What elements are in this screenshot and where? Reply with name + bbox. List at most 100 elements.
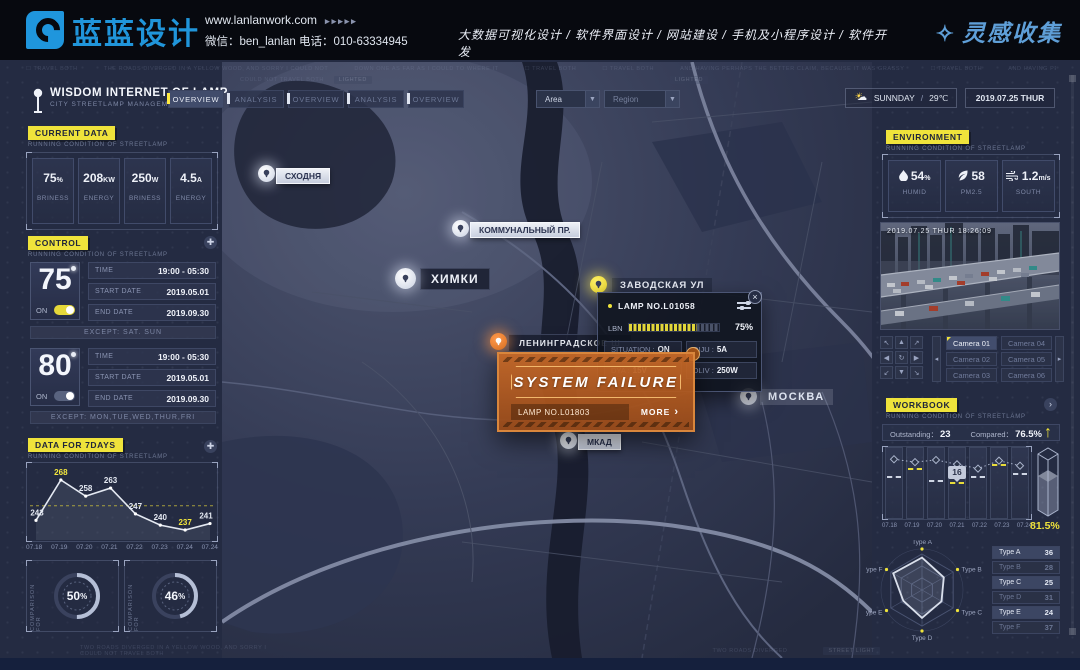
- control-level-1: 75 ON: [30, 262, 80, 320]
- droplet-icon: [899, 170, 908, 181]
- hatch-decor: [503, 422, 689, 427]
- seven-days-add-button[interactable]: ✚: [204, 440, 217, 453]
- workbook-next-button[interactable]: ›: [1044, 398, 1057, 411]
- end-date-row: END DATE2019.09.30: [88, 390, 216, 407]
- toggle-switch[interactable]: [54, 391, 75, 401]
- tab-analysis-2[interactable]: ANALYSIS: [348, 90, 404, 108]
- camera-list-next-button[interactable]: ▸: [1055, 336, 1064, 382]
- camera-list-prev-button[interactable]: ◂: [932, 336, 941, 382]
- current-data-label: CURRENT DATA: [28, 126, 115, 140]
- pan-left-button[interactable]: ◀: [880, 351, 893, 364]
- svg-text:240: 240: [154, 513, 168, 522]
- tab-analysis-1[interactable]: ANALYSIS: [228, 90, 284, 108]
- leaf-icon: [958, 170, 968, 181]
- deco-top-strip2: COULD NOT TRAVEL BOTHLIGHTED: [240, 76, 382, 84]
- svg-text:237: 237: [178, 518, 192, 527]
- map-label-kommunalny[interactable]: КОММУНАЛЬНЫЙ ПР.: [470, 222, 580, 238]
- type-row-b[interactable]: Type B28: [992, 561, 1060, 574]
- type-row-d[interactable]: Type D31: [992, 591, 1060, 604]
- lamp-pin[interactable]: [395, 268, 416, 289]
- seven-days-label: DATA FOR 7DAYS: [28, 438, 123, 452]
- svg-text:Type C: Type C: [962, 610, 983, 617]
- seven-days-line-chart: 243268258263247240237241: [26, 462, 218, 542]
- camera-button-2[interactable]: Camera 02: [946, 352, 997, 366]
- lamp-pin[interactable]: [452, 220, 469, 237]
- area-dropdown[interactable]: Area▼: [536, 90, 600, 108]
- map-label-khimki[interactable]: ХИМКИ: [420, 268, 490, 290]
- camera-video[interactable]: 2019.07.25 THUR 18:26:09: [880, 222, 1060, 330]
- tab-overview-1[interactable]: OVERVIEW: [168, 90, 224, 108]
- workbook-bar-chart: 16: [882, 446, 1032, 520]
- map-label-zavodskaya[interactable]: ЗАВОДСКАЯ УЛ: [612, 278, 712, 293]
- environment-label: ENVIRONMENT: [886, 130, 969, 144]
- inspiration-link[interactable]: ✧灵感收集: [936, 14, 1062, 48]
- scrollbar[interactable]: [1071, 75, 1074, 635]
- weather-widget: ☀☁ SUNNDAY/29℃: [845, 88, 957, 108]
- map-label-skhodnya[interactable]: СХОДНЯ: [276, 168, 330, 184]
- lanlan-logo-icon: [26, 11, 64, 49]
- control-label: CONTROL: [28, 236, 88, 250]
- pan-right-button[interactable]: ▶: [910, 351, 923, 364]
- more-button[interactable]: MORE›: [641, 404, 679, 420]
- control-add-button[interactable]: ✚: [204, 236, 217, 249]
- region-dropdown[interactable]: Region▼: [604, 90, 680, 108]
- svg-text:Type E: Type E: [866, 610, 883, 617]
- seven-days-subtitle: RUNNING CONDITION OF STREETLAMP: [28, 454, 168, 460]
- stat-briness-pct: 75%BRINESS: [32, 158, 74, 224]
- map-label-mkad[interactable]: МКАД: [578, 434, 621, 450]
- pan-down-button[interactable]: ▼: [895, 366, 908, 379]
- sliders-icon[interactable]: [737, 301, 751, 310]
- map-label-moskva[interactable]: МОСКВА: [760, 389, 833, 405]
- lamp-pin-failure[interactable]: [490, 333, 507, 350]
- type-row-c[interactable]: Type C25: [992, 576, 1060, 589]
- tab-overview-2[interactable]: OVERVIEW: [288, 90, 344, 108]
- info-close-button[interactable]: ×: [748, 290, 762, 304]
- time-row: TIME19:00 - 05:30: [88, 262, 216, 279]
- svg-text:Type A: Type A: [912, 540, 933, 546]
- arrows-icon: ▸▸▸▸▸: [325, 16, 358, 26]
- site-url[interactable]: www.lanlanwork.com▸▸▸▸▸: [205, 13, 358, 27]
- svg-text:241: 241: [199, 512, 213, 521]
- toggle-switch[interactable]: [54, 305, 75, 315]
- type-row-f[interactable]: Type F37: [992, 621, 1060, 634]
- type-row-a[interactable]: Type A36: [992, 546, 1060, 559]
- start-date-row: START DATE2019.05.01: [88, 283, 216, 300]
- brightness-bar[interactable]: [628, 323, 720, 332]
- streetlamp-icon: [32, 88, 44, 114]
- camera-button-1[interactable]: Camera 01: [946, 336, 997, 350]
- control-subtitle: RUNNING CONDITION OF STREETLAMP: [28, 252, 168, 258]
- pan-up-button[interactable]: ▲: [895, 336, 908, 349]
- pan-up-left-button[interactable]: ↖: [880, 336, 893, 349]
- pan-down-right-button[interactable]: ↘: [910, 366, 923, 379]
- logo-text: 蓝蓝设计: [72, 9, 200, 53]
- refresh-button[interactable]: ↻: [895, 351, 908, 364]
- type-row-e[interactable]: Type E24: [992, 606, 1060, 619]
- camera-button-4[interactable]: Camera 04: [1001, 336, 1052, 350]
- lamp-pin[interactable]: [258, 165, 275, 182]
- workbook-x-axis: 07.1807.1907.2007.2107.2207.2307.24: [882, 523, 1032, 529]
- deco-top-strip: ☐ TRAVEL BOTHTHE ROADS DIVERGED IN A YEL…: [26, 66, 1056, 72]
- comparison-gauge-2: COMPARISON FOR 46%: [124, 560, 217, 632]
- lamp-pin-selected[interactable]: [590, 276, 607, 293]
- pan-down-left-button[interactable]: ↙: [880, 366, 893, 379]
- workbook-subtitle: RUNNING CONDITION OF STREETLAMP: [886, 414, 1026, 420]
- stat-briness-w: 250WBRINESS: [124, 158, 166, 224]
- camera-video-scene: [881, 223, 1059, 329]
- camera-timestamp: 2019.07.25 THUR 18:26:09: [887, 228, 992, 235]
- lamp-pin[interactable]: [560, 432, 577, 449]
- star-icon: ✧: [936, 21, 956, 46]
- stat-humidity: 54% HUMID: [888, 160, 941, 212]
- time-row: TIME19:00 - 05:30: [88, 348, 216, 365]
- weather-icon: ☀☁: [854, 93, 868, 104]
- stat-wind: 1.2m/s SOUTH: [1002, 160, 1055, 212]
- pan-up-right-button[interactable]: ↗: [910, 336, 923, 349]
- chevron-right-icon: ›: [674, 406, 679, 418]
- type-radar-chart: Type AType BType CType DType EType F: [866, 540, 988, 644]
- tab-overview-3[interactable]: OVERVIEW: [408, 90, 464, 108]
- system-failure-alert: SYSTEM FAILURE LAMP NO.L01803 MORE›: [497, 352, 695, 432]
- screen: 蓝蓝设计 www.lanlanwork.com▸▸▸▸▸ 微信：ben_lanl…: [0, 0, 1080, 670]
- stat-pm25: 58 PM2.5: [945, 160, 998, 212]
- camera-button-3[interactable]: Camera 03: [946, 368, 997, 382]
- camera-button-5[interactable]: Camera 05: [1001, 352, 1052, 366]
- camera-button-6[interactable]: Camera 06: [1001, 368, 1052, 382]
